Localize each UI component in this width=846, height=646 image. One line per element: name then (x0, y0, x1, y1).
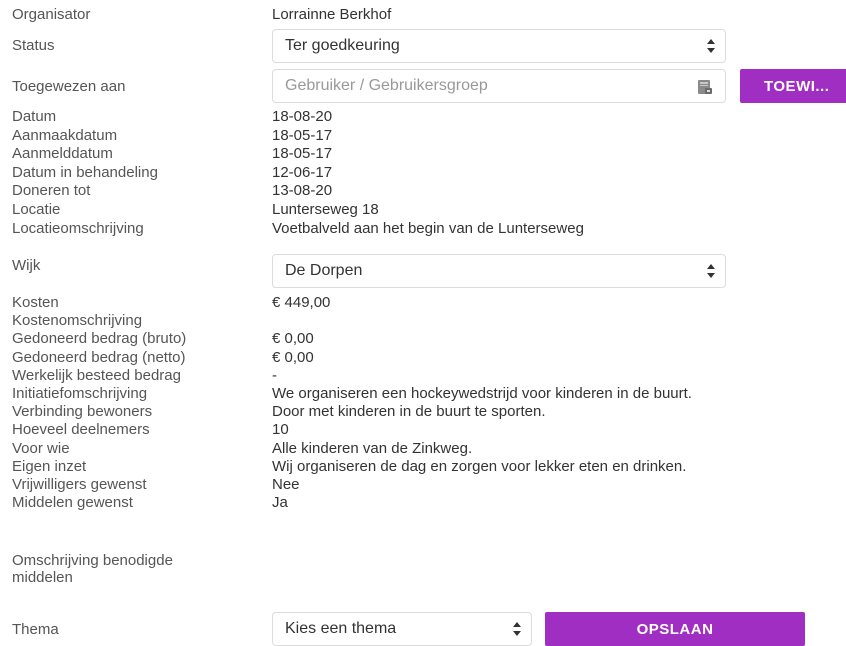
field-label: Verbinding bewoners (12, 403, 153, 421)
field-label: Locatie (12, 201, 61, 218)
status-select[interactable]: Ter goedkeuring (272, 29, 726, 63)
field-value: Wij organiseren de dag en zorgen voor le… (272, 457, 687, 475)
field-label: Vrijwilligers gewenst (12, 476, 147, 493)
field-value: 18-05-17 (272, 126, 333, 144)
field-value: 13-08-20 (272, 182, 333, 200)
field-label: Locatieomschrijving (12, 219, 144, 237)
field-value: - (272, 366, 277, 384)
field-label: Voor wie (12, 439, 70, 457)
field-value: € 0,00 (272, 348, 314, 366)
toegewezen-placeholder: Gebruiker / Gebruikersgroep (285, 77, 488, 94)
field-label: Gedoneerd bedrag (netto) (12, 348, 186, 366)
field-label: Kostenomschrijving (12, 312, 143, 330)
field-label: Kosten (12, 294, 59, 311)
organisator-label: Organisator (12, 6, 91, 23)
toewijzen-button[interactable]: TOEWI... (740, 69, 846, 103)
wijk-select[interactable]: De Dorpen (272, 254, 726, 288)
select-arrows-icon (707, 39, 715, 53)
field-value: € 449,00 (272, 294, 331, 311)
field-label: Middelen gewenst (12, 494, 133, 512)
field-value: 10 (272, 421, 289, 439)
select-arrows-icon (513, 622, 521, 636)
field-value: Ja (272, 494, 288, 512)
benodigde-label-line2: middelen (12, 569, 73, 586)
field-value: Lunterseweg 18 (272, 201, 379, 218)
field-value: Voetbalveld aan het begin van de Lunters… (272, 219, 584, 237)
field-label: Aanmaakdatum (12, 126, 118, 144)
field-label: Eigen inzet (12, 457, 87, 475)
field-label: Datum (12, 108, 57, 125)
toegewezen-input[interactable]: Gebruiker / Gebruikersgroep (272, 69, 726, 103)
field-label: Werkelijk besteed bedrag (12, 366, 181, 384)
field-label: Aanmelddatum (12, 145, 113, 163)
field-value: 18-08-20 (272, 108, 333, 125)
field-value: Nee (272, 476, 300, 493)
thema-selected: Kies een thema (285, 620, 397, 637)
opslaan-button[interactable]: OPSLAAN (545, 612, 805, 646)
field-value: We organiseren een hockeywedstrijd voor … (272, 385, 692, 402)
status-label: Status (12, 37, 55, 54)
select-arrows-icon (707, 264, 715, 278)
wijk-label: Wijk (12, 257, 41, 274)
address-book-icon[interactable] (697, 79, 713, 95)
field-label: Datum in behandeling (12, 163, 158, 181)
field-label: Gedoneerd bedrag (bruto) (12, 330, 187, 348)
status-selected: Ter goedkeuring (285, 37, 400, 54)
organisator-value: Lorrainne Berkhof (272, 6, 392, 23)
field-value: € 0,00 (272, 330, 314, 348)
field-label: Hoeveel deelnemers (12, 421, 150, 439)
field-label: Initiatiefomschrijving (12, 385, 148, 402)
field-value: 12-06-17 (272, 163, 333, 181)
field-value: Alle kinderen van de Zinkweg. (272, 439, 473, 457)
thema-select[interactable]: Kies een thema (272, 612, 532, 646)
field-value: 18-05-17 (272, 145, 333, 163)
toegewezen-label: Toegewezen aan (12, 78, 126, 95)
benodigde-label-line1: Omschrijving benodigde (12, 552, 173, 569)
wijk-selected: De Dorpen (285, 262, 363, 279)
thema-label: Thema (12, 621, 59, 638)
field-value: Door met kinderen in de buurt te sporten… (272, 403, 546, 421)
field-label: Doneren tot (12, 182, 91, 200)
